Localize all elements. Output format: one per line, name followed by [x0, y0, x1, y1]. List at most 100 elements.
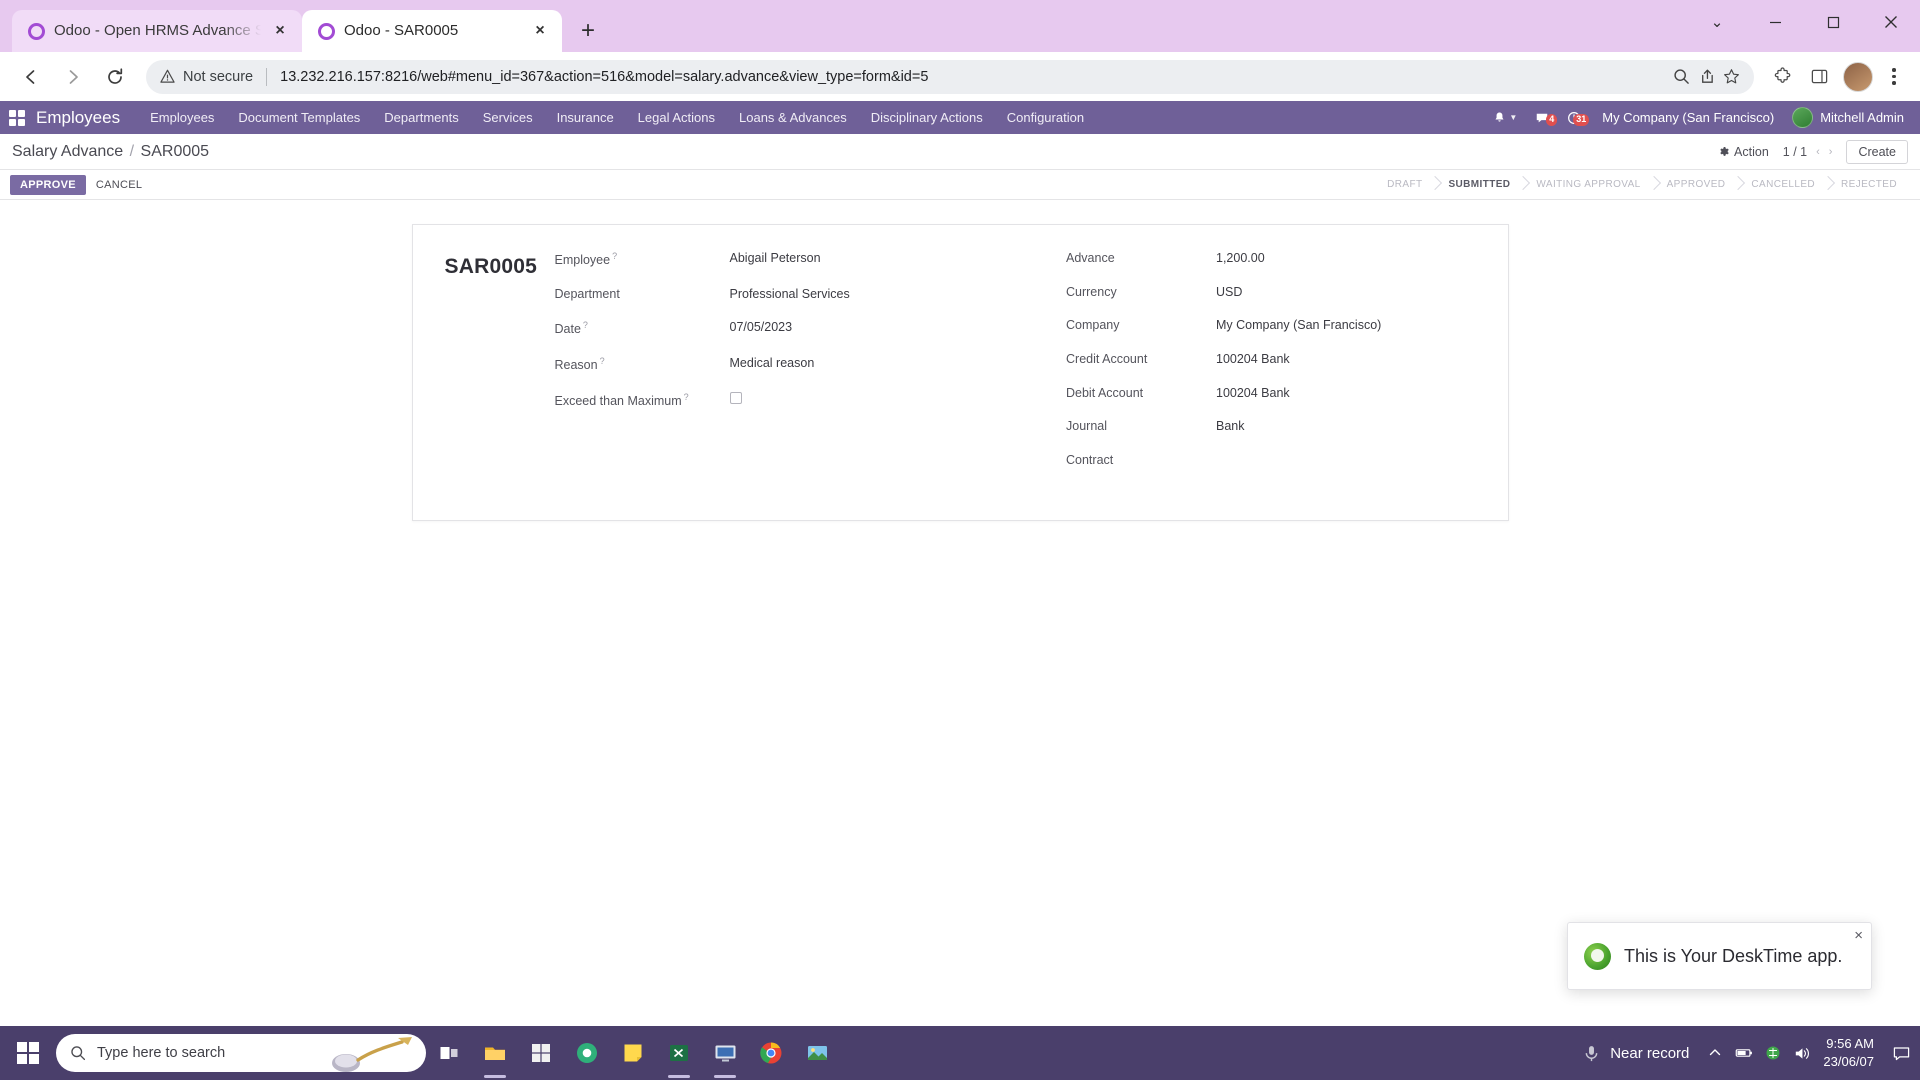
clock-date: 23/06/07 [1823, 1054, 1874, 1069]
status-flow: DRAFT SUBMITTED WAITING APPROVAL APPROVE… [1374, 170, 1910, 200]
odoo-favicon-icon [318, 22, 335, 40]
status-stage-cancelled[interactable]: CANCELLED [1738, 170, 1828, 200]
start-button-icon[interactable] [0, 1026, 56, 1080]
field-value-credit-account[interactable]: 100204 Bank [1216, 352, 1478, 386]
field-value-currency[interactable]: USD [1216, 285, 1478, 319]
breadcrumb-separator: / [129, 142, 135, 160]
browser-tab-1[interactable]: Odoo - Open HRMS Advance Sal × [12, 10, 302, 52]
menu-item-disciplinary-actions[interactable]: Disciplinary Actions [859, 101, 995, 134]
field-label-date: Date? [554, 320, 588, 337]
record-sheet: SAR0005 Employee? Abigail Peterson Depar… [411, 224, 1509, 522]
desktime-notification-toast[interactable]: This is Your DeskTime app. × [1567, 922, 1872, 990]
menu-item-services[interactable]: Services [471, 101, 545, 134]
apps-grid-icon[interactable] [0, 101, 34, 134]
messages-icon[interactable]: 4 [1526, 111, 1558, 126]
taskbar-app-browser-alt[interactable] [564, 1026, 610, 1080]
status-stage-approved[interactable]: APPROVED [1654, 170, 1739, 200]
share-icon[interactable] [1698, 68, 1715, 85]
taskbar-app-photos[interactable] [794, 1026, 840, 1080]
close-icon[interactable]: × [270, 21, 290, 41]
taskbar-app-sticky-notes[interactable] [610, 1026, 656, 1080]
field-label-journal: Journal [1066, 419, 1107, 434]
extensions-puzzle-icon[interactable] [1766, 60, 1800, 94]
taskbar-search-input[interactable]: Type here to search [56, 1034, 426, 1072]
field-row-exceed-than-maximum: Exceed than Maximum? [555, 391, 967, 428]
volume-icon[interactable] [1788, 1026, 1815, 1080]
breadcrumb-root[interactable]: Salary Advance [12, 143, 123, 160]
activities-clock-icon[interactable]: 31 [1558, 111, 1590, 126]
help-icon[interactable]: ? [600, 356, 605, 366]
field-value-contract[interactable] [1216, 453, 1478, 487]
menu-item-departments[interactable]: Departments [372, 101, 470, 134]
taskbar-search-placeholder: Type here to search [97, 1045, 226, 1061]
taskbar-app-remote-desktop[interactable] [702, 1026, 748, 1080]
taskbar-app-chrome[interactable] [748, 1026, 794, 1080]
bookmark-star-icon[interactable] [1723, 68, 1740, 85]
exceed-than-maximum-checkbox[interactable] [729, 391, 742, 404]
field-value-journal[interactable]: Bank [1216, 419, 1478, 453]
taskbar-app-microsoft-store[interactable] [518, 1026, 564, 1080]
help-icon[interactable]: ? [684, 392, 689, 402]
back-button-icon[interactable] [12, 58, 50, 96]
action-menu-button[interactable]: Action [1718, 145, 1769, 159]
field-label-advance: Advance [1066, 251, 1115, 265]
close-icon[interactable]: × [1854, 928, 1863, 943]
browser-menu-icon[interactable] [1880, 60, 1908, 94]
odoo-app-name[interactable]: Employees [34, 108, 138, 128]
company-switcher[interactable]: My Company (San Francisco) [1590, 110, 1786, 125]
field-value-employee[interactable]: Abigail Peterson [730, 251, 967, 287]
cancel-button[interactable]: CANCEL [86, 175, 152, 195]
task-view-icon[interactable] [426, 1026, 472, 1080]
close-window-icon[interactable] [1862, 0, 1920, 44]
menu-item-insurance[interactable]: Insurance [545, 101, 626, 134]
notifications-bell-icon[interactable]: ▼ [1484, 101, 1526, 134]
taskbar-app-file-explorer[interactable] [472, 1026, 518, 1080]
pager-previous-icon[interactable]: ‹ [1816, 146, 1820, 158]
status-stage-waiting-approval[interactable]: WAITING APPROVAL [1523, 170, 1653, 200]
field-row-currency: Currency USD [1066, 285, 1478, 319]
field-value-company[interactable]: My Company (San Francisco) [1216, 318, 1478, 352]
desktime-toast-text: This is Your DeskTime app. [1624, 945, 1843, 966]
pager-next-icon[interactable]: › [1829, 146, 1833, 158]
desktime-logo-icon [1584, 942, 1611, 970]
menu-item-legal-actions[interactable]: Legal Actions [626, 101, 727, 134]
reload-button-icon[interactable] [96, 58, 134, 96]
status-stage-rejected[interactable]: REJECTED [1828, 170, 1910, 200]
near-record-indicator[interactable]: Near record [1572, 1044, 1699, 1063]
menu-item-employees[interactable]: Employees [138, 101, 226, 134]
new-tab-button[interactable]: + [570, 13, 606, 49]
menu-item-configuration[interactable]: Configuration [995, 101, 1096, 134]
taskbar-clock[interactable]: 9:56 AM 23/06/07 [1817, 1035, 1884, 1070]
status-stage-submitted[interactable]: SUBMITTED [1435, 170, 1523, 200]
menu-item-loans-advances[interactable]: Loans & Advances [727, 101, 859, 134]
field-value-debit-account[interactable]: 100204 Bank [1216, 386, 1478, 420]
user-menu[interactable]: Mitchell Admin [1786, 107, 1904, 128]
browser-tab-2[interactable]: Odoo - SAR0005 × [302, 10, 562, 52]
network-icon[interactable] [1759, 1026, 1786, 1080]
field-value-reason[interactable]: Medical reason [730, 356, 967, 392]
chevron-down-icon[interactable]: ⌄ [1688, 0, 1746, 44]
help-icon[interactable]: ? [612, 251, 617, 261]
search-icon[interactable] [1673, 68, 1690, 85]
battery-icon[interactable] [1730, 1026, 1757, 1080]
approve-button[interactable]: APPROVE [10, 174, 86, 195]
taskbar-app-excel[interactable] [656, 1026, 702, 1080]
forward-button-icon[interactable] [54, 58, 92, 96]
profile-avatar[interactable] [1843, 61, 1873, 92]
minimize-icon[interactable] [1746, 0, 1804, 44]
field-value-date[interactable]: 07/05/2023 [730, 320, 967, 356]
close-icon[interactable]: × [530, 21, 550, 41]
field-value-department[interactable]: Professional Services [730, 287, 967, 321]
field-value-advance[interactable]: 1,200.00 [1216, 251, 1478, 285]
show-hidden-icons-chevron-icon[interactable] [1701, 1026, 1728, 1080]
window-controls: ⌄ [1688, 0, 1920, 44]
menu-item-document-templates[interactable]: Document Templates [226, 101, 372, 134]
status-stage-draft[interactable]: DRAFT [1374, 170, 1435, 200]
address-bar[interactable]: Not secure 13.232.216.157:8216/web#menu_… [146, 59, 1754, 94]
side-panel-icon[interactable] [1802, 60, 1836, 94]
maximize-icon[interactable] [1804, 0, 1862, 44]
help-icon[interactable]: ? [583, 320, 588, 330]
notification-center-icon[interactable] [1886, 1026, 1916, 1080]
field-value-exceed-than-maximum [729, 391, 967, 428]
create-button[interactable]: Create [1846, 139, 1908, 164]
